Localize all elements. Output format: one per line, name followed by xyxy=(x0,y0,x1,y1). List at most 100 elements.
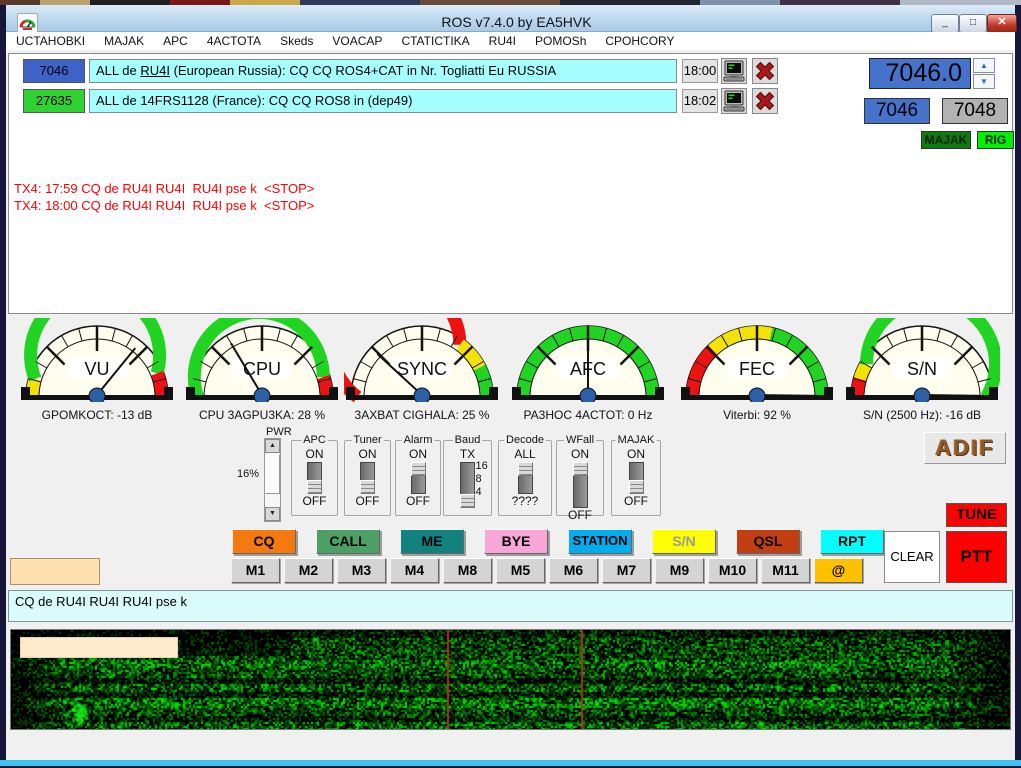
majak-button[interactable]: MAJAK xyxy=(921,131,971,149)
memory-button-m9[interactable]: M9 xyxy=(655,558,704,583)
macro-button-call[interactable]: CALL xyxy=(316,529,380,554)
macro-button-station[interactable]: STATION xyxy=(568,529,632,554)
entry-box[interactable] xyxy=(10,558,100,585)
rx-message-text[interactable]: ALL de 14FRS1128 (France): CQ CQ ROS8 in… xyxy=(89,89,677,113)
svg-text:S/N: S/N xyxy=(907,359,937,379)
gauge-label: Viterbi: 92 % xyxy=(679,408,835,422)
svg-text:VU: VU xyxy=(84,359,109,379)
adif-button[interactable]: ADIF xyxy=(924,432,1006,464)
window-border-left xyxy=(0,5,6,760)
toggle-bottom-label: OFF xyxy=(396,494,440,508)
gauge-label: S/N (2500 Hz): -16 dB xyxy=(844,408,1000,422)
memory-button-m3[interactable]: M3 xyxy=(337,558,386,583)
toggle-top-label: ON xyxy=(557,447,603,461)
macro-button-me[interactable]: ME xyxy=(400,529,464,554)
toggle-switch-decode[interactable] xyxy=(518,462,533,494)
menu-item-pomosh[interactable]: POMOSh xyxy=(535,34,586,48)
toggle-switch-wfall[interactable] xyxy=(573,462,588,508)
frequency-badge: 27635 xyxy=(23,89,85,113)
frequency-preset-7048[interactable]: 7048 xyxy=(942,98,1008,124)
delete-button[interactable] xyxy=(752,58,778,84)
toggle-bottom-label: OFF xyxy=(345,494,390,508)
memory-button-m4[interactable]: M4 xyxy=(390,558,439,583)
menu-item-skeds[interactable]: Skeds xyxy=(280,34,313,48)
toggle-group-apc: APCONOFF xyxy=(291,440,338,516)
rx-panel: 7046ALL de RU4I (European Russia): CQ CQ… xyxy=(8,53,1013,314)
title-bar[interactable]: ROS v7.4.0 by EA5HVK _ □ ✕ xyxy=(6,5,1015,32)
toggle-group-title: APC xyxy=(301,434,328,446)
gauge-label: 3AXBAT CIGHALA: 25 % xyxy=(344,408,500,422)
pwr-value: 16% xyxy=(237,468,259,480)
macro-button-sn[interactable]: S/N xyxy=(652,529,716,554)
menu-item-4actota[interactable]: 4ACTOTA xyxy=(207,34,261,48)
svg-text:CPU: CPU xyxy=(243,359,281,379)
rx-message-time: 18:00 xyxy=(682,59,718,83)
rx-message-row: 7046ALL de RU4I (European Russia): CQ CQ… xyxy=(23,59,763,83)
frequency-badge: 7046 xyxy=(23,59,85,83)
toggle-top-label: ON xyxy=(612,447,660,461)
toggle-switch-alarm[interactable] xyxy=(411,462,426,494)
memory-button-m5[interactable]: M5 xyxy=(496,558,545,583)
frequency-down-spinner[interactable]: ▼ xyxy=(973,74,995,89)
monitor-button[interactable] xyxy=(721,88,747,114)
svg-text:SYNC: SYNC xyxy=(397,359,447,379)
toggle-top-label: ON xyxy=(396,447,440,461)
tune-button[interactable]: TUNE xyxy=(946,503,1007,527)
toggle-group-baud: BaudTX1684 xyxy=(443,440,492,516)
toggle-top-label: ON xyxy=(292,447,337,461)
memory-button-@[interactable]: @ xyxy=(814,558,863,583)
memory-button-m8[interactable]: M8 xyxy=(443,558,492,583)
memory-button-m7[interactable]: M7 xyxy=(602,558,651,583)
menu-item-ru4i[interactable]: RU4I xyxy=(489,34,516,48)
delete-button[interactable] xyxy=(752,88,778,114)
toggle-group-majak: MAJAKONOFF xyxy=(611,440,661,516)
menu-item-majak[interactable]: MAJAK xyxy=(104,34,144,48)
pwr-down-arrow[interactable]: ▼ xyxy=(265,507,280,521)
frequency-preset-7046[interactable]: 7046 xyxy=(864,98,930,124)
window-title: ROS v7.4.0 by EA5HVK xyxy=(6,14,1021,30)
window-border-right xyxy=(1015,5,1021,760)
ptt-button[interactable]: PTT xyxy=(946,531,1007,583)
frequency-up-spinner[interactable]: ▲ xyxy=(973,58,995,73)
menu-item-voacap[interactable]: VOACAP xyxy=(332,34,382,48)
rig-button[interactable]: RIG xyxy=(977,131,1014,149)
memory-button-m10[interactable]: M10 xyxy=(708,558,757,583)
pwr-label: PWR xyxy=(266,426,292,438)
toggle-switch-tuner[interactable] xyxy=(360,462,375,494)
toggle-switch-baud[interactable] xyxy=(460,462,475,508)
toggle-switch-apc[interactable] xyxy=(307,462,322,494)
minimize-button[interactable]: _ xyxy=(931,14,959,33)
gauge-fec: FECViterbi: 92 % xyxy=(679,318,835,422)
pwr-slider-thumb[interactable] xyxy=(265,454,280,494)
menu-item-uctahobki[interactable]: UCTAHOBKI xyxy=(16,34,85,48)
gauge-label: PA3HOC 4ACTOT: 0 Hz xyxy=(510,408,666,422)
frequency-display[interactable]: 7046.0 xyxy=(869,58,971,89)
rx-message-row: 27635ALL de 14FRS1128 (France): CQ CQ RO… xyxy=(23,89,763,113)
menu-item-apc[interactable]: APC xyxy=(163,34,188,48)
macro-button-cq[interactable]: CQ xyxy=(232,529,296,554)
toggle-bottom-label: OFF xyxy=(292,494,337,508)
macro-button-bye[interactable]: BYE xyxy=(484,529,548,554)
tx-message-input[interactable]: CQ de RU4I RU4I RU4I pse k xyxy=(8,590,1013,622)
pwr-slider[interactable]: ▲ ▼ xyxy=(264,438,281,522)
baud-options: 1684 xyxy=(476,460,488,499)
monitor-button[interactable] xyxy=(721,58,747,84)
memory-button-m6[interactable]: M6 xyxy=(549,558,598,583)
toggle-bottom-label: OFF xyxy=(612,494,660,508)
memory-button-m1[interactable]: M1 xyxy=(231,558,280,583)
toggle-top-label: ALL xyxy=(499,447,551,461)
macro-button-qsl[interactable]: QSL xyxy=(736,529,800,554)
menu-item-cpohcory[interactable]: CPOHCORY xyxy=(605,34,674,48)
toggle-switch-majak[interactable] xyxy=(629,462,644,494)
macro-button-rpt[interactable]: RPT xyxy=(820,529,884,554)
pwr-up-arrow[interactable]: ▲ xyxy=(265,439,280,453)
memory-button-m11[interactable]: M11 xyxy=(761,558,810,583)
gauge-sn: S/N S/N (2500 Hz): -16 dB xyxy=(844,318,1000,422)
rx-message-text[interactable]: ALL de RU4I (European Russia): CQ CQ ROS… xyxy=(89,59,677,83)
clear-button[interactable]: CLEAR xyxy=(884,531,940,583)
close-button[interactable]: ✕ xyxy=(987,14,1017,33)
maximize-button[interactable]: □ xyxy=(959,14,987,33)
toggle-group-title: MAJAK xyxy=(616,434,657,446)
menu-item-ctatictika[interactable]: CTATICTIKA xyxy=(401,34,469,48)
memory-button-m2[interactable]: M2 xyxy=(284,558,333,583)
